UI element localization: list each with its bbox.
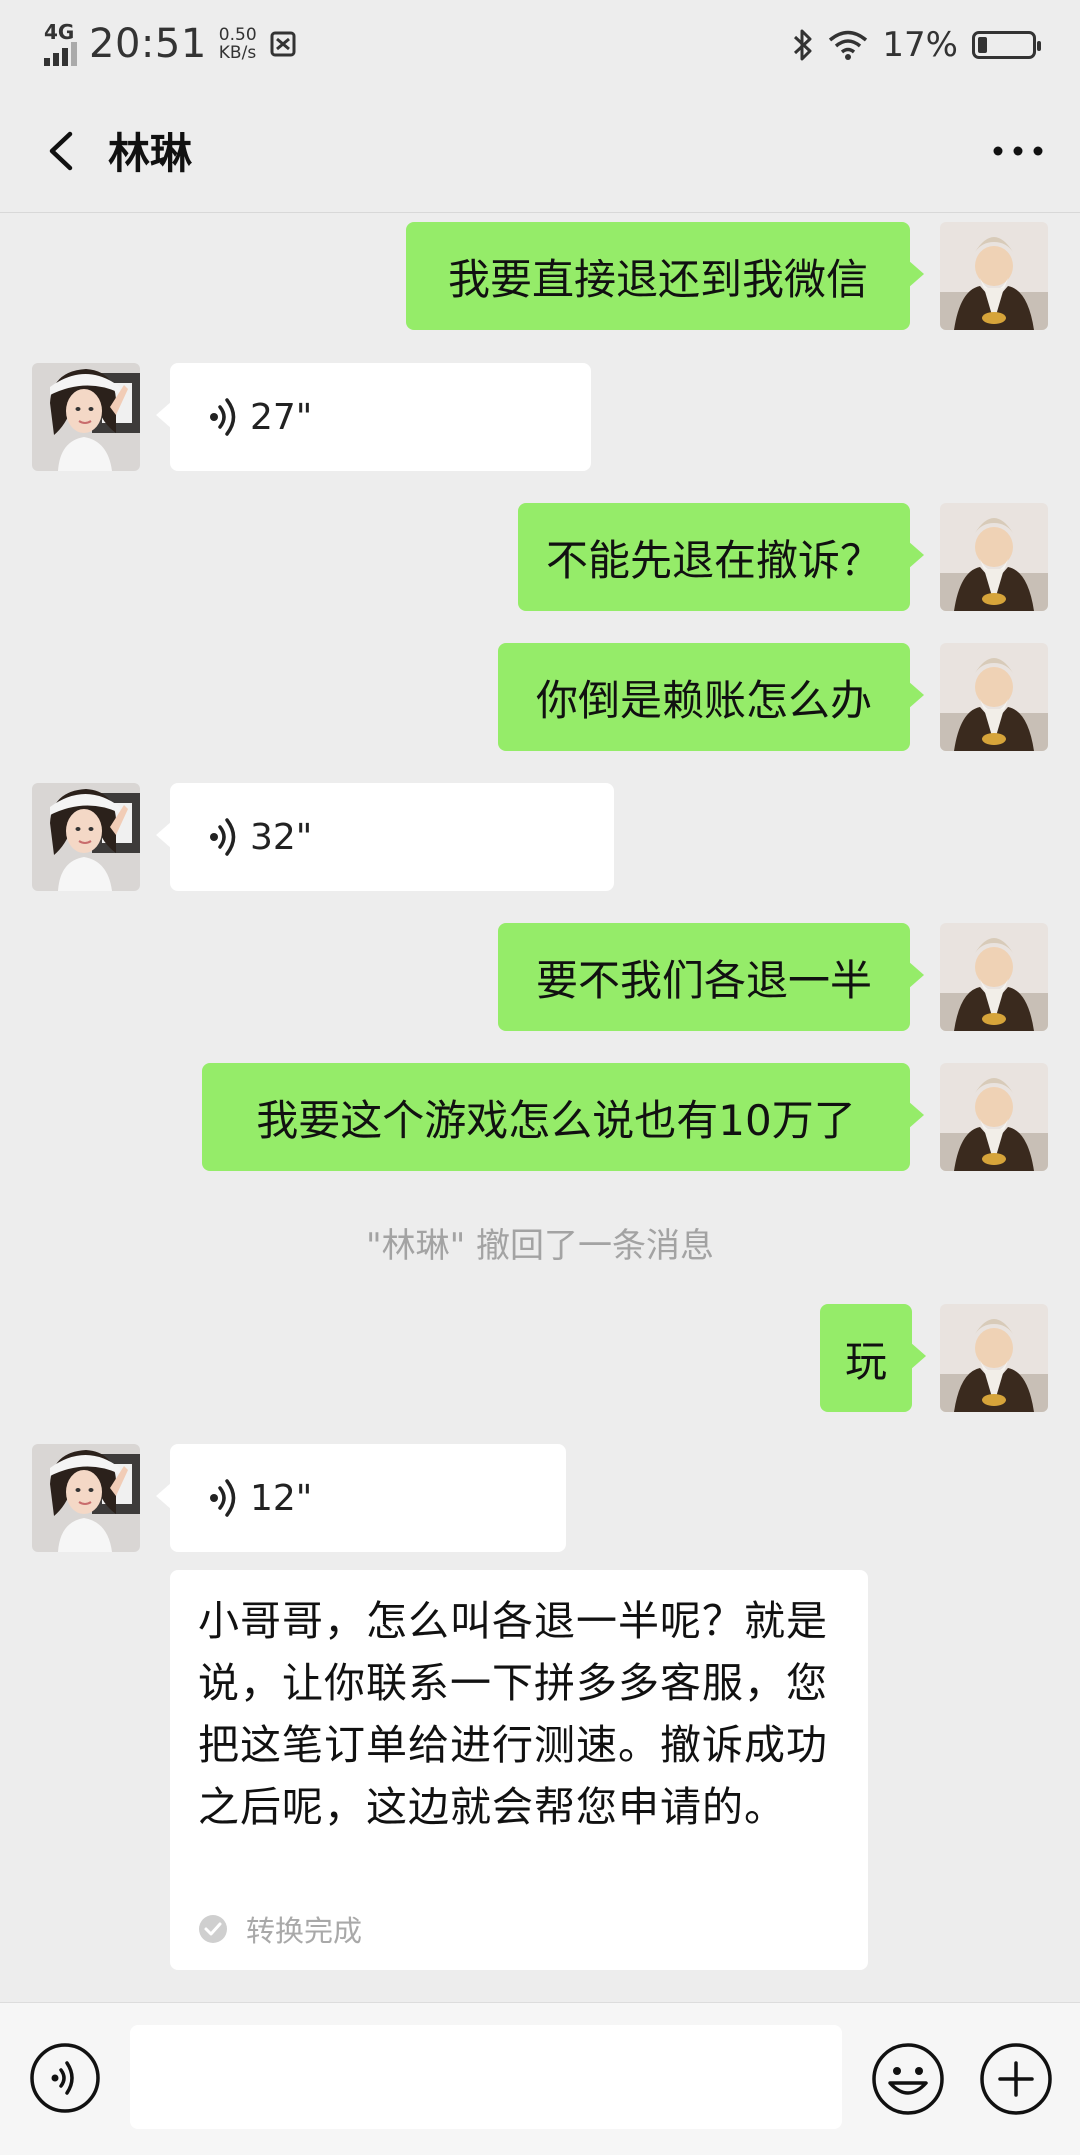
network-speed-value: 0.50 [218, 25, 257, 45]
outgoing-message[interactable]: 玩 [820, 1304, 926, 1412]
chat-header: 林琳 [0, 90, 1080, 213]
check-circle-icon [199, 1915, 227, 1943]
status-left: 4G 20:51 0.50 KB/s [44, 18, 299, 70]
wifi-icon [829, 30, 868, 60]
transcript-status: 转换完成 [198, 1908, 362, 1950]
voice-duration: 32" [250, 816, 313, 858]
screenshot-notify-icon [270, 31, 296, 57]
outgoing-message[interactable]: 你倒是赖账怎么办 [498, 643, 924, 751]
incoming-voice-message[interactable]: 27" [156, 363, 591, 471]
more-options-icon[interactable] [984, 118, 1052, 184]
status-right: 17% [792, 22, 1041, 68]
network-speed: 0.50 KB/s [219, 26, 257, 62]
contact-avatar[interactable] [32, 1444, 140, 1552]
bluetooth-icon [794, 29, 812, 61]
network-type: 4G [44, 20, 75, 44]
self-avatar[interactable] [940, 222, 1048, 330]
input-bar [0, 2002, 1080, 2155]
self-avatar[interactable] [940, 503, 1048, 611]
outgoing-message[interactable]: 我要这个游戏怎么说也有10万了 [202, 1063, 924, 1171]
message-input[interactable] [130, 2025, 842, 2129]
voice-transcript[interactable]: 小哥哥，怎么叫各退一半呢？就是说，让你联系一下拼多多客服，您把这笔订单给进行测速… [170, 1570, 868, 1970]
plus-icon[interactable] [978, 2041, 1054, 2117]
voice-input-toggle-icon[interactable] [28, 2041, 102, 2115]
voice-play-icon [208, 816, 242, 858]
transcript-text: 小哥哥，怎么叫各退一半呢？就是说，让你联系一下拼多多客服，您把这笔订单给进行测速… [198, 1597, 828, 1831]
voice-play-icon [208, 1477, 242, 1519]
battery-icon [972, 31, 1041, 59]
self-avatar[interactable] [940, 1063, 1048, 1171]
outgoing-message[interactable]: 要不我们各退一半 [498, 923, 924, 1031]
outgoing-message[interactable]: 不能先退在撤诉？ [518, 503, 924, 611]
transcript-status-label: 转换完成 [246, 1914, 363, 1948]
contact-avatar[interactable] [32, 783, 140, 891]
self-avatar[interactable] [940, 643, 1048, 751]
back-arrow-icon[interactable] [30, 118, 96, 184]
emoji-icon[interactable] [870, 2041, 946, 2117]
outgoing-message[interactable]: 我要直接退还到我微信 [406, 222, 924, 330]
network-speed-unit: KB/s [218, 43, 257, 63]
contact-avatar[interactable] [32, 363, 140, 471]
incoming-voice-message[interactable]: 32" [156, 783, 614, 891]
incoming-voice-message[interactable]: 12" [156, 1444, 566, 1552]
status-bar: 4G 20:51 0.50 KB/s 17% [0, 0, 1080, 90]
recall-notice: "林琳" 撤回了一条消息 [365, 1226, 715, 1266]
chat-title: 林琳 [108, 129, 193, 178]
voice-duration: 12" [250, 1477, 313, 1519]
signal-icon: 4G [44, 22, 77, 66]
self-avatar[interactable] [940, 1304, 1048, 1412]
voice-duration: 27" [250, 396, 313, 438]
voice-play-icon [208, 396, 242, 438]
clock: 20:51 [89, 21, 207, 67]
battery-percent: 17% [882, 25, 958, 65]
self-avatar[interactable] [940, 923, 1048, 1031]
